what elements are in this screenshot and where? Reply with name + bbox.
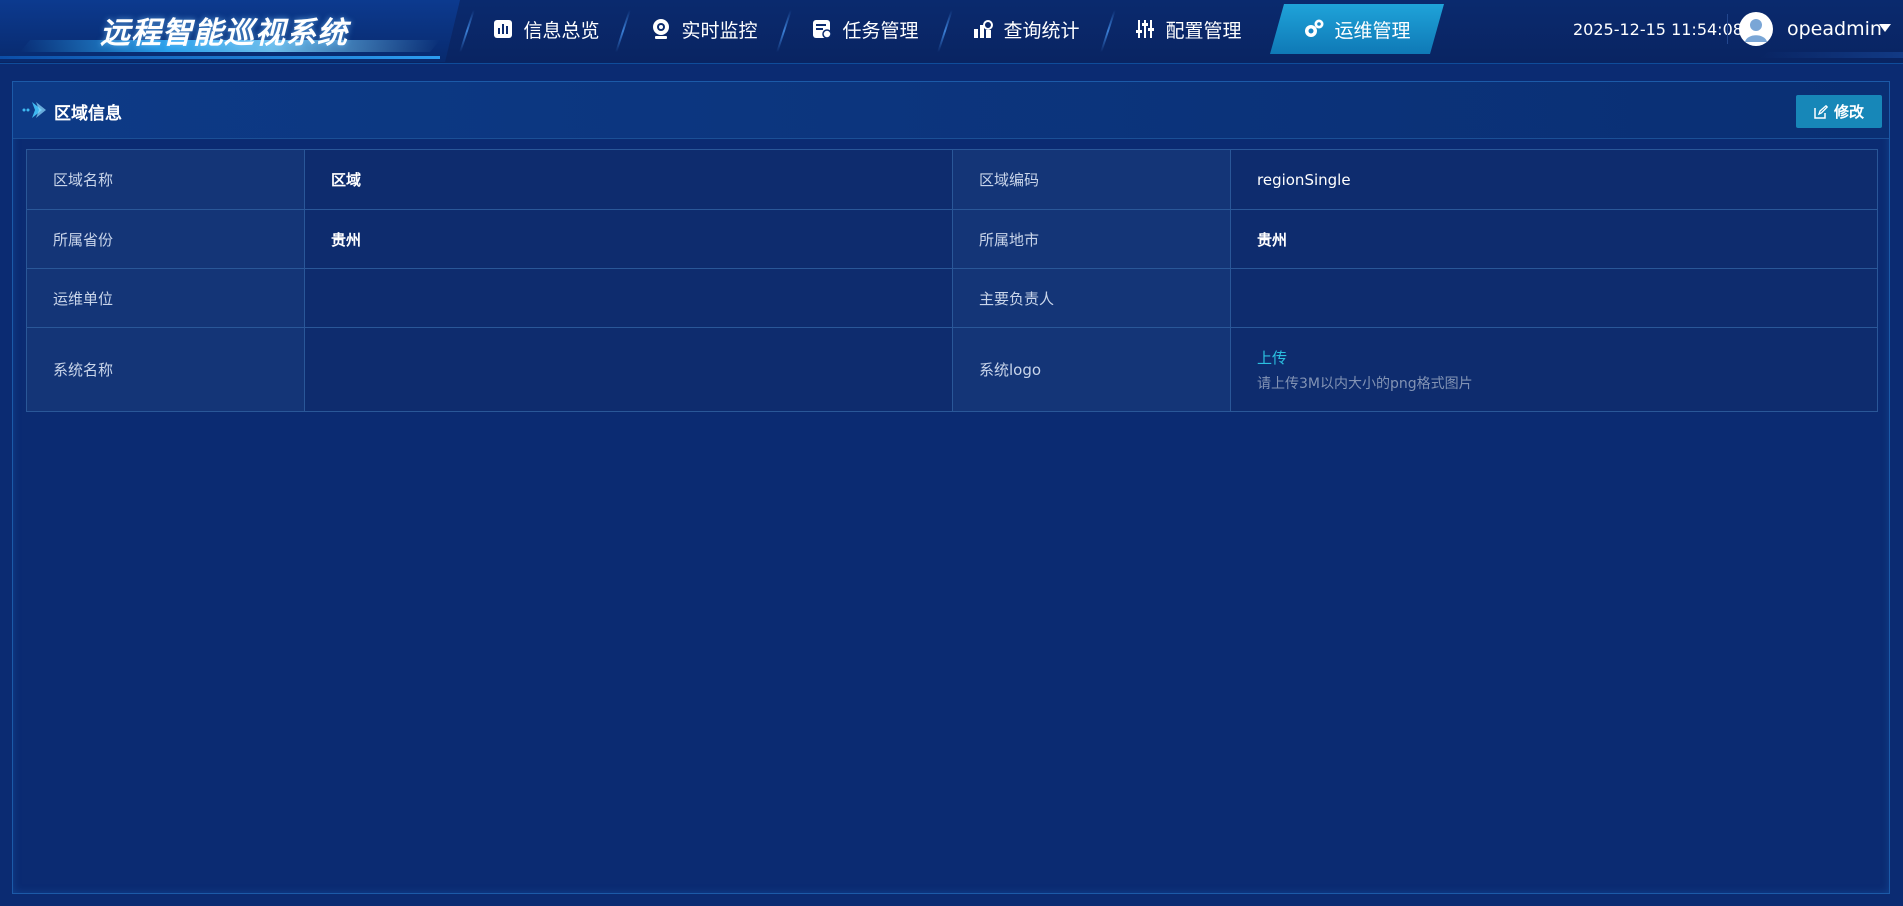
table-row: 运维单位 主要负责人 <box>26 268 1878 328</box>
username[interactable]: opeadmin <box>1787 18 1882 40</box>
nav-item-label: 任务管理 <box>842 19 919 42</box>
nav-item-label: 配置管理 <box>1165 19 1242 42</box>
city-label: 所属地市 <box>952 209 1231 269</box>
nav-separator <box>615 10 631 52</box>
panel-title: 区域信息 <box>54 104 122 124</box>
region-info-table: 区域名称 区域 区域编码 regionSingle 所属省份 贵州 所属地市 贵… <box>26 149 1878 412</box>
system-name-label: 系统名称 <box>26 327 305 412</box>
nav-separator <box>937 10 953 52</box>
top-header: 远程智能巡视系统 信息总览 实时监控 任务管理 查询统计 配置管理 运维管理 2… <box>0 0 1903 64</box>
city-value: 贵州 <box>1230 209 1878 269</box>
nav-item-stats[interactable]: 查询统计 <box>956 4 1096 54</box>
header-decoration <box>1760 52 1903 58</box>
nav-item-overview[interactable]: 信息总览 <box>476 4 616 54</box>
region-info-panel: 区域信息 修改 区域名称 区域 区域编码 regionSingle 所属省份 贵… <box>12 81 1890 894</box>
upload-hint: 请上传3M以内大小的png格式图片 <box>1257 375 1473 392</box>
nav-separator <box>1100 10 1116 52</box>
gears-icon <box>1303 18 1325 40</box>
header-divider <box>1727 14 1728 44</box>
table-row: 区域名称 区域 区域编码 regionSingle <box>26 149 1878 210</box>
avatar[interactable] <box>1739 12 1773 46</box>
chart-icon <box>492 18 514 40</box>
panel-header: 区域信息 修改 <box>13 82 1889 139</box>
region-code-label: 区域编码 <box>952 149 1231 210</box>
nav-item-label: 实时监控 <box>681 19 758 42</box>
current-datetime: 2025-12-15 11:54:08 <box>1573 20 1743 39</box>
system-logo-label: 系统logo <box>952 327 1231 412</box>
camera-icon <box>650 18 672 40</box>
logo-underline <box>0 56 440 59</box>
nav-item-tasks[interactable]: 任务管理 <box>795 4 935 54</box>
edit-button[interactable]: 修改 <box>1796 95 1882 128</box>
maint-unit-label: 运维单位 <box>26 268 305 328</box>
nav-separator <box>776 10 792 52</box>
region-name-label: 区域名称 <box>26 149 305 210</box>
upload-link[interactable]: 上传 <box>1257 347 1877 368</box>
nav-item-ops[interactable]: 运维管理 <box>1270 4 1444 54</box>
system-logo-value: 上传 请上传3M以内大小的png格式图片 <box>1230 327 1878 412</box>
nav-item-monitor[interactable]: 实时监控 <box>634 4 774 54</box>
nav-item-config[interactable]: 配置管理 <box>1118 4 1258 54</box>
nav-item-label: 查询统计 <box>1003 19 1080 42</box>
region-name-value: 区域 <box>304 149 953 210</box>
region-code-value: regionSingle <box>1230 149 1878 210</box>
task-icon <box>811 18 833 40</box>
edit-button-label: 修改 <box>1833 103 1864 121</box>
table-row: 系统名称 系统logo 上传 请上传3M以内大小的png格式图片 <box>26 327 1878 412</box>
nav-item-label: 运维管理 <box>1334 19 1411 42</box>
nav-item-label: 信息总览 <box>523 19 600 42</box>
maint-unit-value <box>304 268 953 328</box>
user-icon <box>1745 19 1767 42</box>
province-value: 贵州 <box>304 209 953 269</box>
owner-label: 主要负责人 <box>952 268 1231 328</box>
system-name-value <box>304 327 953 412</box>
stats-icon <box>972 18 994 40</box>
owner-value <box>1230 268 1878 328</box>
table-row: 所属省份 贵州 所属地市 贵州 <box>26 209 1878 269</box>
app-title: 远程智能巡视系统 <box>100 16 348 51</box>
nav-separator <box>459 10 475 52</box>
edit-icon <box>1814 104 1828 119</box>
sliders-icon <box>1134 18 1156 40</box>
chevron-down-icon[interactable] <box>1878 23 1892 33</box>
arrow-icon <box>22 102 46 118</box>
province-label: 所属省份 <box>26 209 305 269</box>
